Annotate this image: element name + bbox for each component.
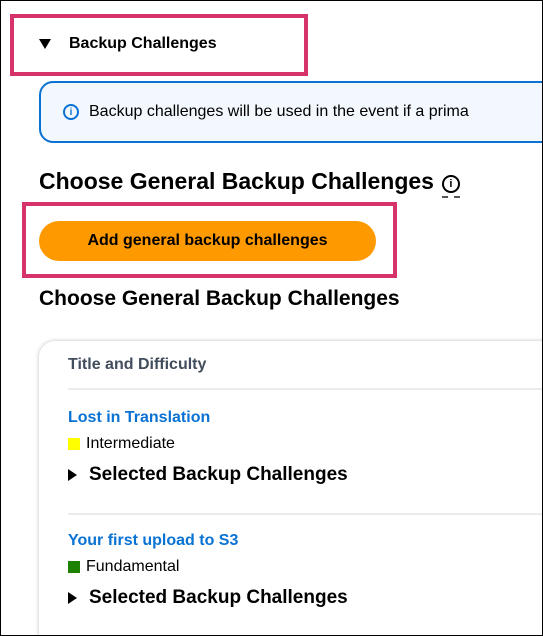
selected-backup-challenges-toggle[interactable]: Selected Backup Challenges [68, 587, 542, 609]
difficulty-label: Intermediate [86, 435, 175, 452]
choose-heading: Choose General Backup Challenges i [39, 168, 460, 198]
info-icon: i [63, 104, 79, 120]
challenge-link[interactable]: Lost in Translation [68, 409, 210, 427]
screenshot-frame: Backup Challenges i Backup challenges wi… [0, 0, 543, 636]
info-tooltip-icon[interactable]: i [441, 174, 460, 198]
table-divider [68, 388, 542, 390]
difficulty-swatch [68, 438, 80, 450]
table-row: Lost in Translation Intermediate Selecte… [68, 409, 542, 486]
selected-backup-challenges-toggle[interactable]: Selected Backup Challenges [68, 464, 542, 486]
choose-heading-secondary: Choose General Backup Challenges [39, 287, 400, 310]
caret-right-icon [68, 469, 77, 481]
table-row: Your first upload to S3 Fundamental Sele… [68, 532, 542, 609]
choose-heading-text: Choose General Backup Challenges [39, 168, 434, 194]
difficulty-badge: Fundamental [68, 558, 542, 576]
add-general-backup-challenges-button[interactable]: Add general backup challenges [39, 221, 376, 261]
table-divider [68, 513, 542, 515]
expand-label: Selected Backup Challenges [89, 587, 348, 608]
caret-down-icon [39, 39, 51, 49]
section-title: Backup Challenges [69, 35, 217, 52]
backup-challenges-toggle[interactable]: Backup Challenges [39, 35, 217, 53]
caret-right-icon [68, 592, 77, 604]
difficulty-badge: Intermediate [68, 435, 542, 453]
difficulty-swatch [68, 561, 80, 573]
column-header-title-difficulty: Title and Difficulty [68, 356, 207, 373]
challenges-table: Title and Difficulty Lost in Translation… [39, 341, 542, 635]
difficulty-label: Fundamental [86, 558, 180, 575]
challenge-link[interactable]: Your first upload to S3 [68, 532, 238, 550]
info-banner: i Backup challenges will be used in the … [39, 81, 542, 143]
banner-text: Backup challenges will be used in the ev… [89, 103, 469, 120]
expand-label: Selected Backup Challenges [89, 464, 348, 485]
